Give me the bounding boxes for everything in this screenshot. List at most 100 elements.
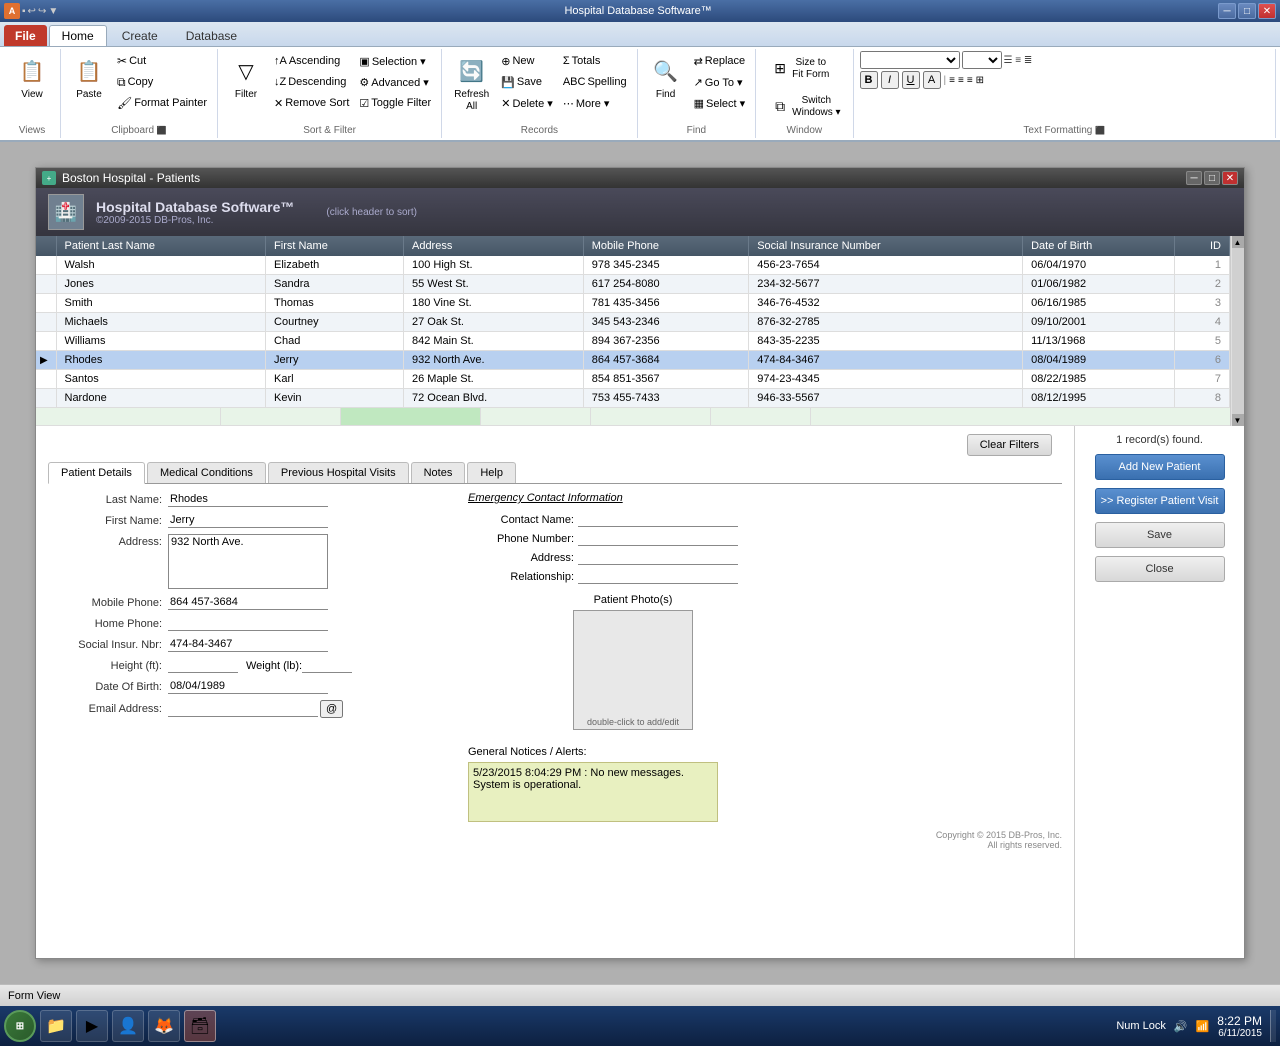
clear-filters-button[interactable]: Clear Filters — [967, 434, 1052, 456]
select-button[interactable]: ▦ Select ▾ — [690, 93, 750, 113]
ec-address-input[interactable] — [578, 550, 738, 565]
font-family-select[interactable] — [860, 51, 960, 69]
col-address[interactable]: Address — [403, 236, 583, 256]
tab-patient-details[interactable]: Patient Details — [48, 462, 145, 484]
taskbar-icon-user[interactable]: 👤 — [112, 1010, 144, 1042]
table-row[interactable]: Nardone Kevin 72 Ocean Blvd. 753 455-743… — [36, 389, 1230, 408]
taskbar-icon-firefox[interactable]: 🦊 — [148, 1010, 180, 1042]
table-row[interactable]: Smith Thomas 180 Vine St. 781 435-3456 3… — [36, 294, 1230, 313]
taskbar-icon-db[interactable]: 🗃 — [184, 1010, 216, 1042]
format-painter-button[interactable]: 🖌 Format Painter — [113, 93, 211, 113]
col-id[interactable]: ID — [1175, 236, 1230, 256]
tab-notes[interactable]: Notes — [411, 462, 466, 483]
close-button[interactable]: Close — [1095, 556, 1225, 582]
table-row[interactable]: Santos Karl 26 Maple St. 854 851-3567 97… — [36, 370, 1230, 389]
descending-button[interactable]: ↓Z Descending — [270, 72, 353, 92]
maximize-button[interactable]: □ — [1238, 3, 1256, 19]
table-row[interactable]: Williams Chad 842 Main St. 894 367-2356 … — [36, 332, 1230, 351]
last-name-input[interactable] — [168, 492, 328, 507]
ec-contact-name-input[interactable] — [578, 512, 738, 527]
taskbar-icon-media[interactable]: ▶ — [76, 1010, 108, 1042]
goto-button[interactable]: ↗ Go To ▾ — [690, 72, 750, 92]
filter-button[interactable]: ▽ Filter — [224, 51, 268, 105]
selection-icon: ▣ — [359, 55, 369, 68]
col-last-name[interactable]: Patient Last Name — [56, 236, 266, 256]
table-row[interactable]: Walsh Elizabeth 100 High St. 978 345-234… — [36, 256, 1230, 275]
minimize-button[interactable]: ─ — [1218, 3, 1236, 19]
height-input[interactable] — [168, 658, 238, 673]
tab-database[interactable]: Database — [173, 25, 250, 46]
taskbar-icon-explorer[interactable]: 📁 — [40, 1010, 72, 1042]
italic-button[interactable]: I — [881, 71, 899, 89]
close-button[interactable]: ✕ — [1258, 3, 1276, 19]
size-fit-button[interactable]: ⊞ Size toFit Form — [762, 51, 835, 85]
save-ribbon-button[interactable]: 💾 Save — [497, 72, 557, 92]
table-row[interactable]: Jones Sandra 55 West St. 617 254-8080 23… — [36, 275, 1230, 294]
email-input[interactable] — [168, 702, 318, 717]
table-scrollbar[interactable]: ▲ ▼ — [1230, 236, 1244, 426]
underline-button[interactable]: U — [902, 71, 920, 89]
spelling-button[interactable]: ABC Spelling — [559, 72, 631, 92]
address-input[interactable]: 932 North Ave. — [168, 534, 328, 589]
photo-box[interactable]: double-click to add/edit — [573, 610, 693, 730]
row-indicator — [36, 332, 56, 351]
register-visit-button[interactable]: >> Register Patient Visit — [1095, 488, 1225, 514]
home-phone-input[interactable] — [168, 616, 328, 631]
bold-button[interactable]: B — [860, 71, 878, 89]
start-button[interactable]: ⊞ — [4, 1010, 36, 1042]
more-button[interactable]: ⋯ More ▾ — [559, 93, 631, 113]
replace-button[interactable]: ⇄ Replace — [690, 51, 750, 71]
toggle-filter-button[interactable]: ☑ Toggle Filter — [355, 93, 435, 113]
title-bar-controls[interactable]: ─ □ ✕ — [1218, 3, 1276, 19]
copyright-line2: All rights reserved. — [48, 840, 1062, 850]
cell-id: 1 — [1175, 256, 1230, 275]
inner-close-button[interactable]: ✕ — [1222, 171, 1238, 185]
inner-maximize-button[interactable]: □ — [1204, 171, 1220, 185]
col-mobile[interactable]: Mobile Phone — [583, 236, 748, 256]
tab-previous-visits[interactable]: Previous Hospital Visits — [268, 462, 409, 483]
paste-button[interactable]: 📋 Paste — [67, 51, 111, 105]
col-sin[interactable]: Social Insurance Number — [749, 236, 1023, 256]
tab-file[interactable]: File — [4, 25, 47, 46]
weight-input[interactable] — [302, 658, 352, 673]
sin-input[interactable] — [168, 637, 328, 652]
tab-create[interactable]: Create — [109, 25, 171, 46]
ec-relationship-input[interactable] — [578, 569, 738, 584]
totals-button[interactable]: Σ Totals — [559, 51, 631, 71]
delete-button[interactable]: ✕ Delete ▾ — [497, 93, 557, 113]
cut-button[interactable]: ✂ Cut — [113, 51, 211, 71]
ascending-button[interactable]: ↑A Ascending — [270, 51, 353, 71]
add-new-patient-button[interactable]: Add New Patient — [1095, 454, 1225, 480]
ribbon-group-text: ☰ ≡ ≣ B I U A | ≡ ≡ ≡ ⊞ Text Formatting … — [854, 49, 1276, 138]
find-button[interactable]: 🔍 Find — [644, 51, 688, 105]
view-button[interactable]: 📋 View — [10, 51, 54, 105]
font-color-button[interactable]: A — [923, 71, 941, 89]
dob-input[interactable] — [168, 679, 328, 694]
copy-button[interactable]: ⧉ Copy — [113, 72, 211, 92]
tab-home[interactable]: Home — [49, 25, 107, 46]
inner-win-controls[interactable]: ─ □ ✕ — [1186, 171, 1238, 185]
scroll-up[interactable]: ▲ — [1232, 236, 1244, 248]
show-desktop-button[interactable] — [1270, 1010, 1276, 1042]
tab-help[interactable]: Help — [467, 462, 516, 483]
mobile-input[interactable] — [168, 595, 328, 610]
refresh-all-button[interactable]: 🔄 RefreshAll — [448, 51, 495, 117]
inner-minimize-button[interactable]: ─ — [1186, 171, 1202, 185]
col-first-name[interactable]: First Name — [266, 236, 404, 256]
font-size-select[interactable] — [962, 51, 1002, 69]
first-name-input[interactable] — [168, 513, 328, 528]
selection-button[interactable]: ▣ Selection ▾ — [355, 51, 435, 71]
tab-medical-conditions[interactable]: Medical Conditions — [147, 462, 266, 483]
table-row[interactable]: ▶ Rhodes Jerry 932 North Ave. 864 457-36… — [36, 351, 1230, 370]
email-at-button[interactable]: @ — [320, 700, 343, 718]
advanced-button[interactable]: ⚙ Advanced ▾ — [355, 72, 435, 92]
switch-windows-button[interactable]: ⧉ SwitchWindows ▾ — [762, 89, 846, 123]
remove-sort-button[interactable]: ✕ Remove Sort — [270, 93, 353, 113]
notices-section: General Notices / Alerts: 5/23/2015 8:04… — [468, 746, 738, 822]
col-dob[interactable]: Date of Birth — [1023, 236, 1175, 256]
table-row[interactable]: Michaels Courtney 27 Oak St. 345 543-234… — [36, 313, 1230, 332]
scroll-down[interactable]: ▼ — [1232, 414, 1244, 426]
save-button[interactable]: Save — [1095, 522, 1225, 548]
new-button[interactable]: ⊕ New — [497, 51, 557, 71]
ec-phone-input[interactable] — [578, 531, 738, 546]
